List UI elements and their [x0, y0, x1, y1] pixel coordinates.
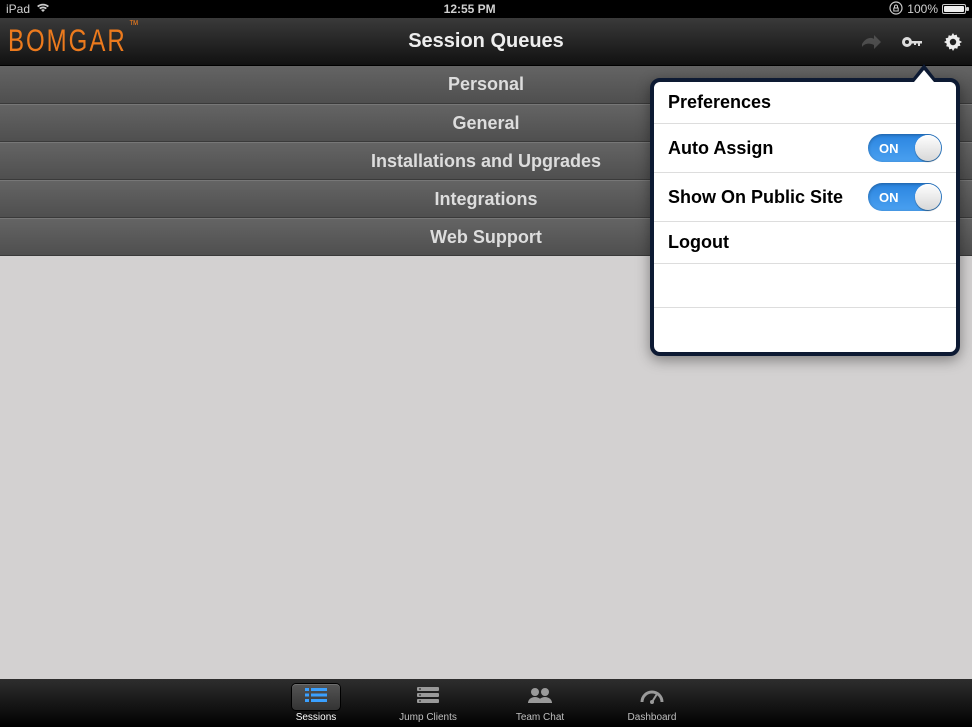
- show-public-label: Show On Public Site: [668, 187, 843, 208]
- status-time: 12:55 PM: [50, 2, 889, 16]
- servers-icon: [415, 686, 441, 707]
- sessions-list-icon: [304, 686, 328, 707]
- preferences-popover: Preferences Auto Assign ON Show On Publi…: [650, 78, 960, 356]
- tab-label: Team Chat: [516, 712, 564, 723]
- popover-spacer: [654, 264, 956, 308]
- people-icon: [526, 686, 554, 707]
- tab-sessions[interactable]: Sessions: [280, 679, 352, 727]
- gear-icon[interactable]: [942, 31, 964, 53]
- queue-item-label: General: [452, 113, 519, 134]
- session-key-icon[interactable]: [900, 33, 924, 51]
- gauge-icon: [640, 686, 664, 707]
- tab-bar: Sessions Jump Clients Team Chat Dashboar…: [0, 679, 972, 727]
- popover-spacer: [654, 308, 956, 352]
- tab-label: Sessions: [296, 712, 337, 723]
- tab-dashboard[interactable]: Dashboard: [616, 679, 688, 727]
- queue-item-label: Integrations: [434, 189, 537, 210]
- queue-item-label: Installations and Upgrades: [371, 151, 601, 172]
- tab-label: Jump Clients: [399, 712, 457, 723]
- show-public-toggle[interactable]: ON: [868, 183, 942, 211]
- orientation-lock-icon: [889, 1, 903, 18]
- auto-assign-toggle[interactable]: ON: [868, 134, 942, 162]
- wifi-icon: [36, 2, 50, 16]
- queue-item-label: Web Support: [430, 227, 542, 248]
- page-title: Session Queues: [0, 30, 972, 53]
- popover-title: Preferences: [654, 82, 956, 124]
- battery-pct: 100%: [907, 2, 938, 16]
- battery-icon: [942, 4, 966, 14]
- auto-assign-label: Auto Assign: [668, 138, 773, 159]
- status-bar: iPad 12:55 PM 100%: [0, 0, 972, 18]
- popover-arrow-icon: [910, 64, 938, 82]
- brand-logo: BOMGAR™: [8, 23, 141, 59]
- tab-team-chat[interactable]: Team Chat: [504, 679, 576, 727]
- queue-item-label: Personal: [448, 74, 524, 95]
- forward-arrow-icon[interactable]: [860, 33, 882, 51]
- auto-assign-row: Auto Assign ON: [654, 124, 956, 173]
- tab-jump-clients[interactable]: Jump Clients: [392, 679, 464, 727]
- logout-label: Logout: [668, 232, 729, 253]
- show-public-row: Show On Public Site ON: [654, 173, 956, 222]
- tab-label: Dashboard: [628, 712, 677, 723]
- nav-bar: BOMGAR™ Session Queues: [0, 18, 972, 66]
- device-label: iPad: [6, 2, 30, 16]
- logout-button[interactable]: Logout: [654, 222, 956, 264]
